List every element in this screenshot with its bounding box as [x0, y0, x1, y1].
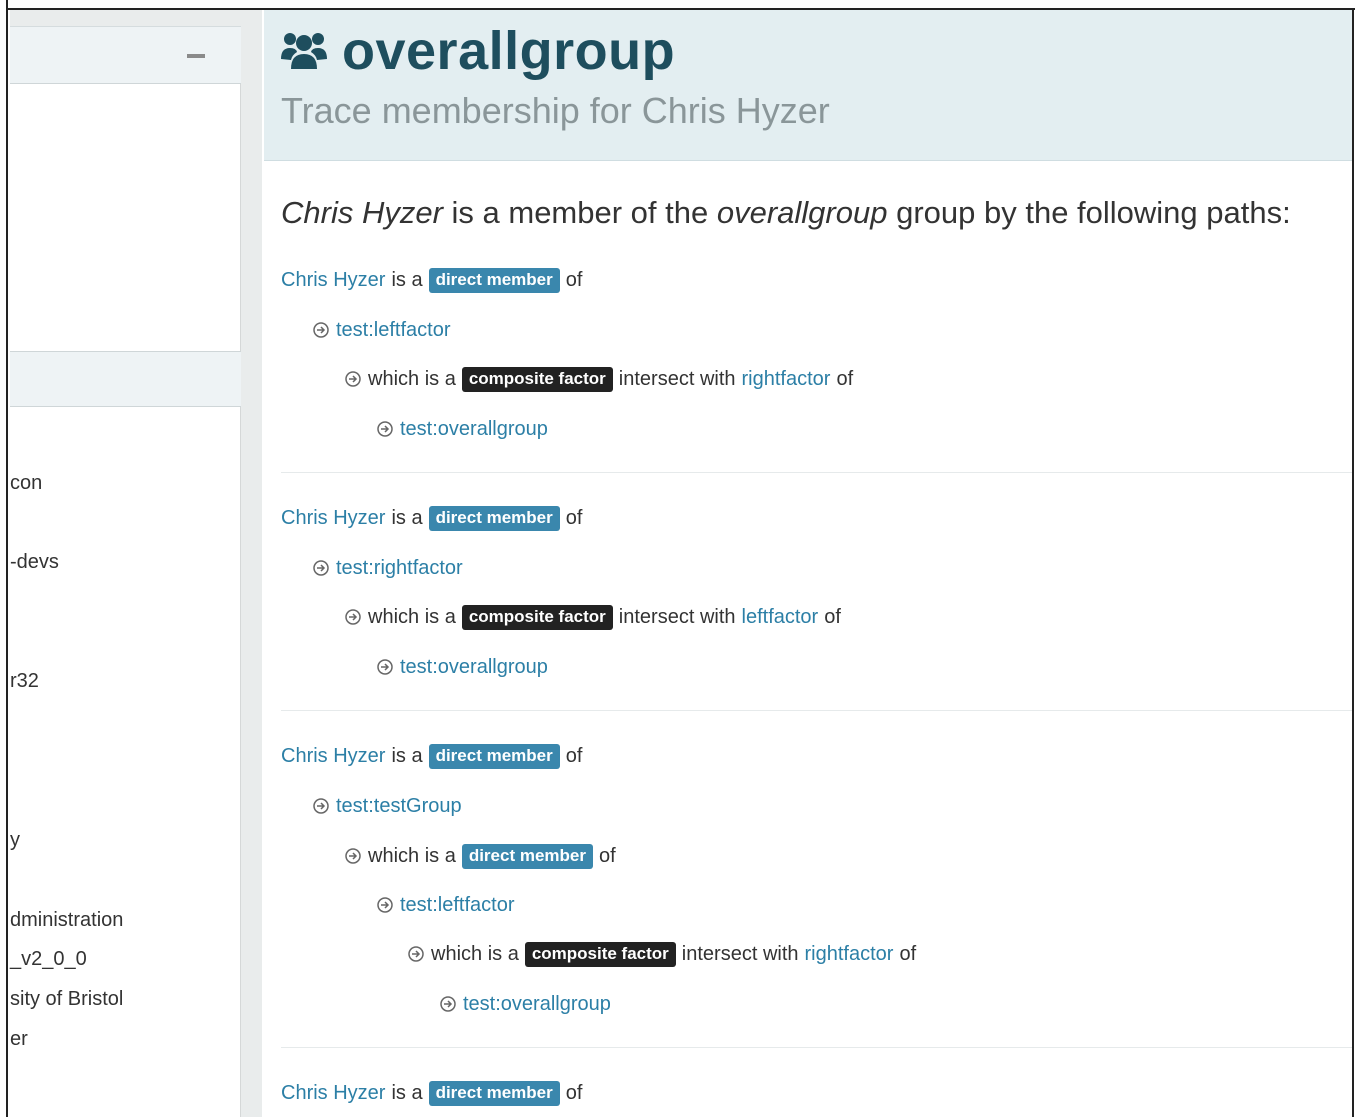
sidebar-item[interactable]: dministration: [10, 909, 123, 932]
arrow-circle-icon: [377, 897, 393, 913]
path-line: which is a direct member of: [344, 841, 616, 871]
subject-link[interactable]: Chris Hyzer: [281, 1082, 385, 1105]
sidebar-item[interactable]: con: [10, 472, 42, 495]
text-of: of: [824, 605, 841, 628]
frame-left: [0, 0, 8, 1117]
path-line: test:testGroup: [312, 791, 462, 821]
text-which-is-a: which is a: [368, 605, 456, 628]
group-link[interactable]: test:rightfactor: [336, 557, 463, 580]
sidebar-panel: con -devs r32 y dministration _v2_0_0 si…: [10, 26, 241, 1117]
factor-link[interactable]: rightfactor: [805, 943, 894, 966]
path-line: Chris Hyzer is a direct member of: [281, 503, 582, 533]
text-intersect-with: intersect with: [618, 367, 736, 390]
path-divider: [281, 472, 1352, 473]
intro-group: overallgroup: [716, 195, 888, 230]
path-line: test:overallgroup: [439, 989, 611, 1019]
text-of: of: [565, 1081, 583, 1104]
text-of: of: [598, 844, 616, 867]
arrow-circle-icon: [377, 659, 393, 675]
arrow-circle-icon: [345, 848, 361, 864]
text-of: of: [899, 942, 917, 965]
text-intersect-with: intersect with: [681, 942, 799, 965]
arrow-circle-icon: [440, 996, 456, 1012]
text-is-a: is a: [391, 506, 423, 529]
path-line: which is a composite factor intersect wi…: [344, 364, 853, 394]
sidebar-item[interactable]: er: [10, 1028, 28, 1051]
title-row: overallgroup: [280, 20, 675, 82]
sidebar-item[interactable]: sity of Bristol: [10, 988, 123, 1011]
direct-member-badge: direct member: [428, 505, 560, 531]
intro-end: group by the following paths:: [887, 195, 1291, 230]
page-header: overallgroup Trace membership for Chris …: [264, 10, 1352, 161]
frame-right: [1352, 8, 1354, 1117]
users-icon: [281, 33, 327, 69]
path-line: test:rightfactor: [312, 553, 463, 583]
group-link[interactable]: test:leftfactor: [336, 319, 451, 342]
text-which-is-a: which is a: [368, 367, 456, 390]
group-link[interactable]: test:testGroup: [336, 795, 462, 818]
text-which-is-a: which is a: [431, 942, 519, 965]
intro-text: Chris Hyzer is a member of the overallgr…: [281, 195, 1291, 231]
group-link[interactable]: test:overallgroup: [400, 418, 548, 441]
path-line: which is a composite factor intersect wi…: [407, 939, 916, 969]
subject-link[interactable]: Chris Hyzer: [281, 269, 385, 292]
text-which-is-a: which is a: [368, 844, 456, 867]
factor-link[interactable]: leftfactor: [742, 606, 819, 629]
subject-link[interactable]: Chris Hyzer: [281, 745, 385, 768]
text-of: of: [565, 268, 583, 291]
arrow-circle-icon: [313, 322, 329, 338]
arrow-circle-icon: [313, 560, 329, 576]
group-link[interactable]: test:overallgroup: [463, 993, 611, 1016]
arrow-circle-icon: [345, 609, 361, 625]
arrow-circle-icon: [377, 421, 393, 437]
path-divider: [281, 1047, 1352, 1048]
arrow-circle-icon: [408, 946, 424, 962]
text-intersect-with: intersect with: [618, 605, 736, 628]
path-line: Chris Hyzer is a direct member of: [281, 265, 582, 295]
subject-link[interactable]: Chris Hyzer: [281, 507, 385, 530]
sidebar-section-header: [10, 351, 241, 407]
path-line: test:leftfactor: [312, 315, 451, 345]
sidebar-item[interactable]: y: [10, 829, 20, 852]
text-of: of: [836, 367, 854, 390]
arrow-circle-icon: [313, 798, 329, 814]
path-line: which is a composite factor intersect wi…: [344, 602, 841, 632]
factor-link[interactable]: rightfactor: [742, 368, 831, 391]
path-line: test:leftfactor: [376, 890, 515, 920]
path-divider: [281, 710, 1352, 711]
sidebar-panel-header: [10, 26, 241, 84]
path-line: Chris Hyzer is a direct member of: [281, 1078, 582, 1108]
page-title: overallgroup: [342, 21, 676, 81]
frame-topline: [8, 8, 1355, 10]
main-content: Chris Hyzer is a member of the overallgr…: [264, 161, 1352, 1117]
text-of: of: [565, 506, 583, 529]
path-line: test:overallgroup: [376, 652, 548, 682]
text-is-a: is a: [391, 268, 423, 291]
direct-member-badge: direct member: [428, 743, 560, 769]
group-link[interactable]: test:leftfactor: [400, 894, 515, 917]
direct-member-badge: direct member: [461, 843, 593, 869]
sidebar-item[interactable]: -devs: [10, 551, 59, 574]
intro-mid: is a member of the: [442, 195, 717, 230]
sidebar-item[interactable]: r32: [10, 670, 39, 693]
intro-subject: Chris Hyzer: [281, 195, 443, 230]
composite-factor-badge: composite factor: [461, 366, 613, 392]
path-line: test:overallgroup: [376, 414, 548, 444]
page-subtitle: Trace membership for Chris Hyzer: [281, 90, 830, 131]
text-of: of: [565, 744, 583, 767]
composite-factor-badge: composite factor: [461, 604, 613, 630]
text-is-a: is a: [391, 744, 423, 767]
direct-member-badge: direct member: [428, 267, 560, 293]
text-is-a: is a: [391, 1081, 423, 1104]
arrow-circle-icon: [345, 371, 361, 387]
group-link[interactable]: test:overallgroup: [400, 656, 548, 679]
collapse-icon[interactable]: [187, 54, 205, 58]
path-line: Chris Hyzer is a direct member of: [281, 741, 582, 771]
composite-factor-badge: composite factor: [524, 941, 676, 967]
direct-member-badge: direct member: [428, 1080, 560, 1106]
sidebar-item[interactable]: _v2_0_0: [10, 948, 87, 971]
